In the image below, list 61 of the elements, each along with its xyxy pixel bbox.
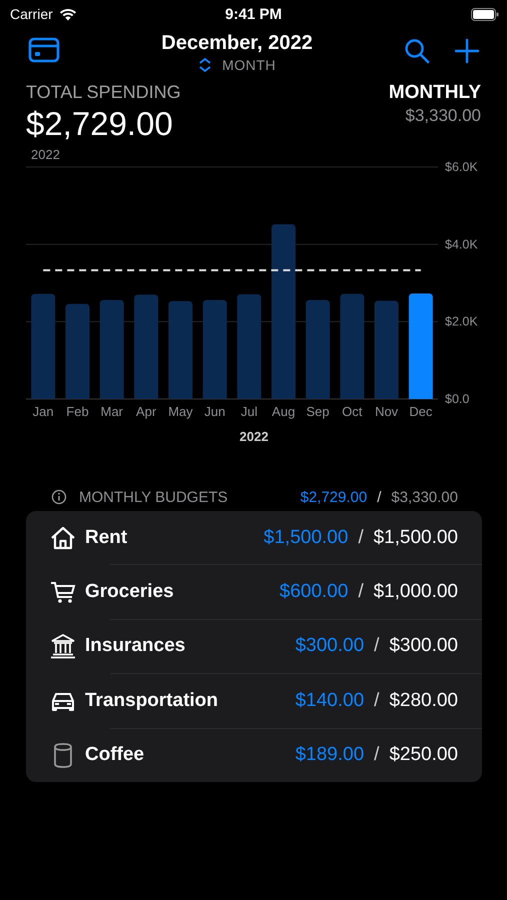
carrier-label: Carrier [10,6,53,22]
month-label: Aug [272,404,296,419]
clock-time: 9:41 PM [225,6,282,22]
month-label: Nov [374,404,398,419]
category-spent: $300.00 [295,635,364,658]
nav-title: December, 2022 [161,32,313,55]
total-spending-amount: $2,729.00 [26,105,174,143]
category-budget: $1,000.00 [373,581,458,604]
month-label: Sep [306,404,330,419]
separator: / [358,581,364,604]
separator: / [358,526,364,549]
credit-card-icon[interactable] [28,37,60,63]
wifi-icon [58,8,77,20]
month-label: Feb [66,404,89,419]
monthly-label: MONTHLY [388,82,481,104]
axis-tick-label: $4.0K [445,237,478,252]
axis-tick-label: $6.0K [445,160,478,174]
month-label: Mar [100,404,124,419]
chevron-up-down-icon[interactable] [198,57,212,73]
month-label: Oct [342,404,362,419]
separator: / [374,635,380,658]
category-budget: $1,500.00 [373,526,458,549]
separator: / [377,488,382,506]
month-label: May [168,404,193,419]
category-name: Rent [85,526,128,549]
add-icon[interactable] [454,38,480,64]
budget-spent: $2,729.00 [300,488,368,506]
month-label: Jun [204,404,226,419]
period-selector[interactable]: MONTH [222,57,276,73]
separator: / [374,744,380,766]
chart-bar[interactable] [408,293,433,399]
info-icon[interactable] [51,489,67,505]
category-budget: $250.00 [389,744,458,766]
category-spent: $600.00 [280,581,348,604]
axis-title: 2022 [240,429,268,444]
month-label: Apr [136,404,156,419]
bank-icon [50,633,76,660]
category-budget: $300.00 [389,635,458,658]
separator: / [374,690,380,712]
category-name: Transportation [85,690,218,712]
axis-tick-label: $0.0 [445,392,470,406]
category-spent: $189.00 [295,744,364,766]
category-name: Groceries [85,581,174,604]
category-budget: $280.00 [389,690,458,712]
cart-icon [50,579,76,606]
axis-tick-label: $2.0K [445,314,478,329]
budgets-title: MONTHLY BUDGETS [79,488,228,506]
total-spending-label: TOTAL SPENDING [26,82,181,103]
house-icon [50,524,76,551]
year-label: 2022 [31,147,61,162]
category-spent: $140.00 [295,690,364,712]
budget-total: $3,330.00 [391,488,458,506]
battery-icon [471,8,499,20]
month-label: Jul [240,404,258,419]
category-spent: $1,500.00 [264,526,348,549]
category-name: Coffee [85,744,144,766]
category-name: Insurances [85,635,186,658]
monthly-budget-amount: $3,330.00 [405,106,481,126]
month-label: Dec [409,404,432,419]
search-icon[interactable] [404,38,430,64]
month-label: Jan [32,404,54,419]
